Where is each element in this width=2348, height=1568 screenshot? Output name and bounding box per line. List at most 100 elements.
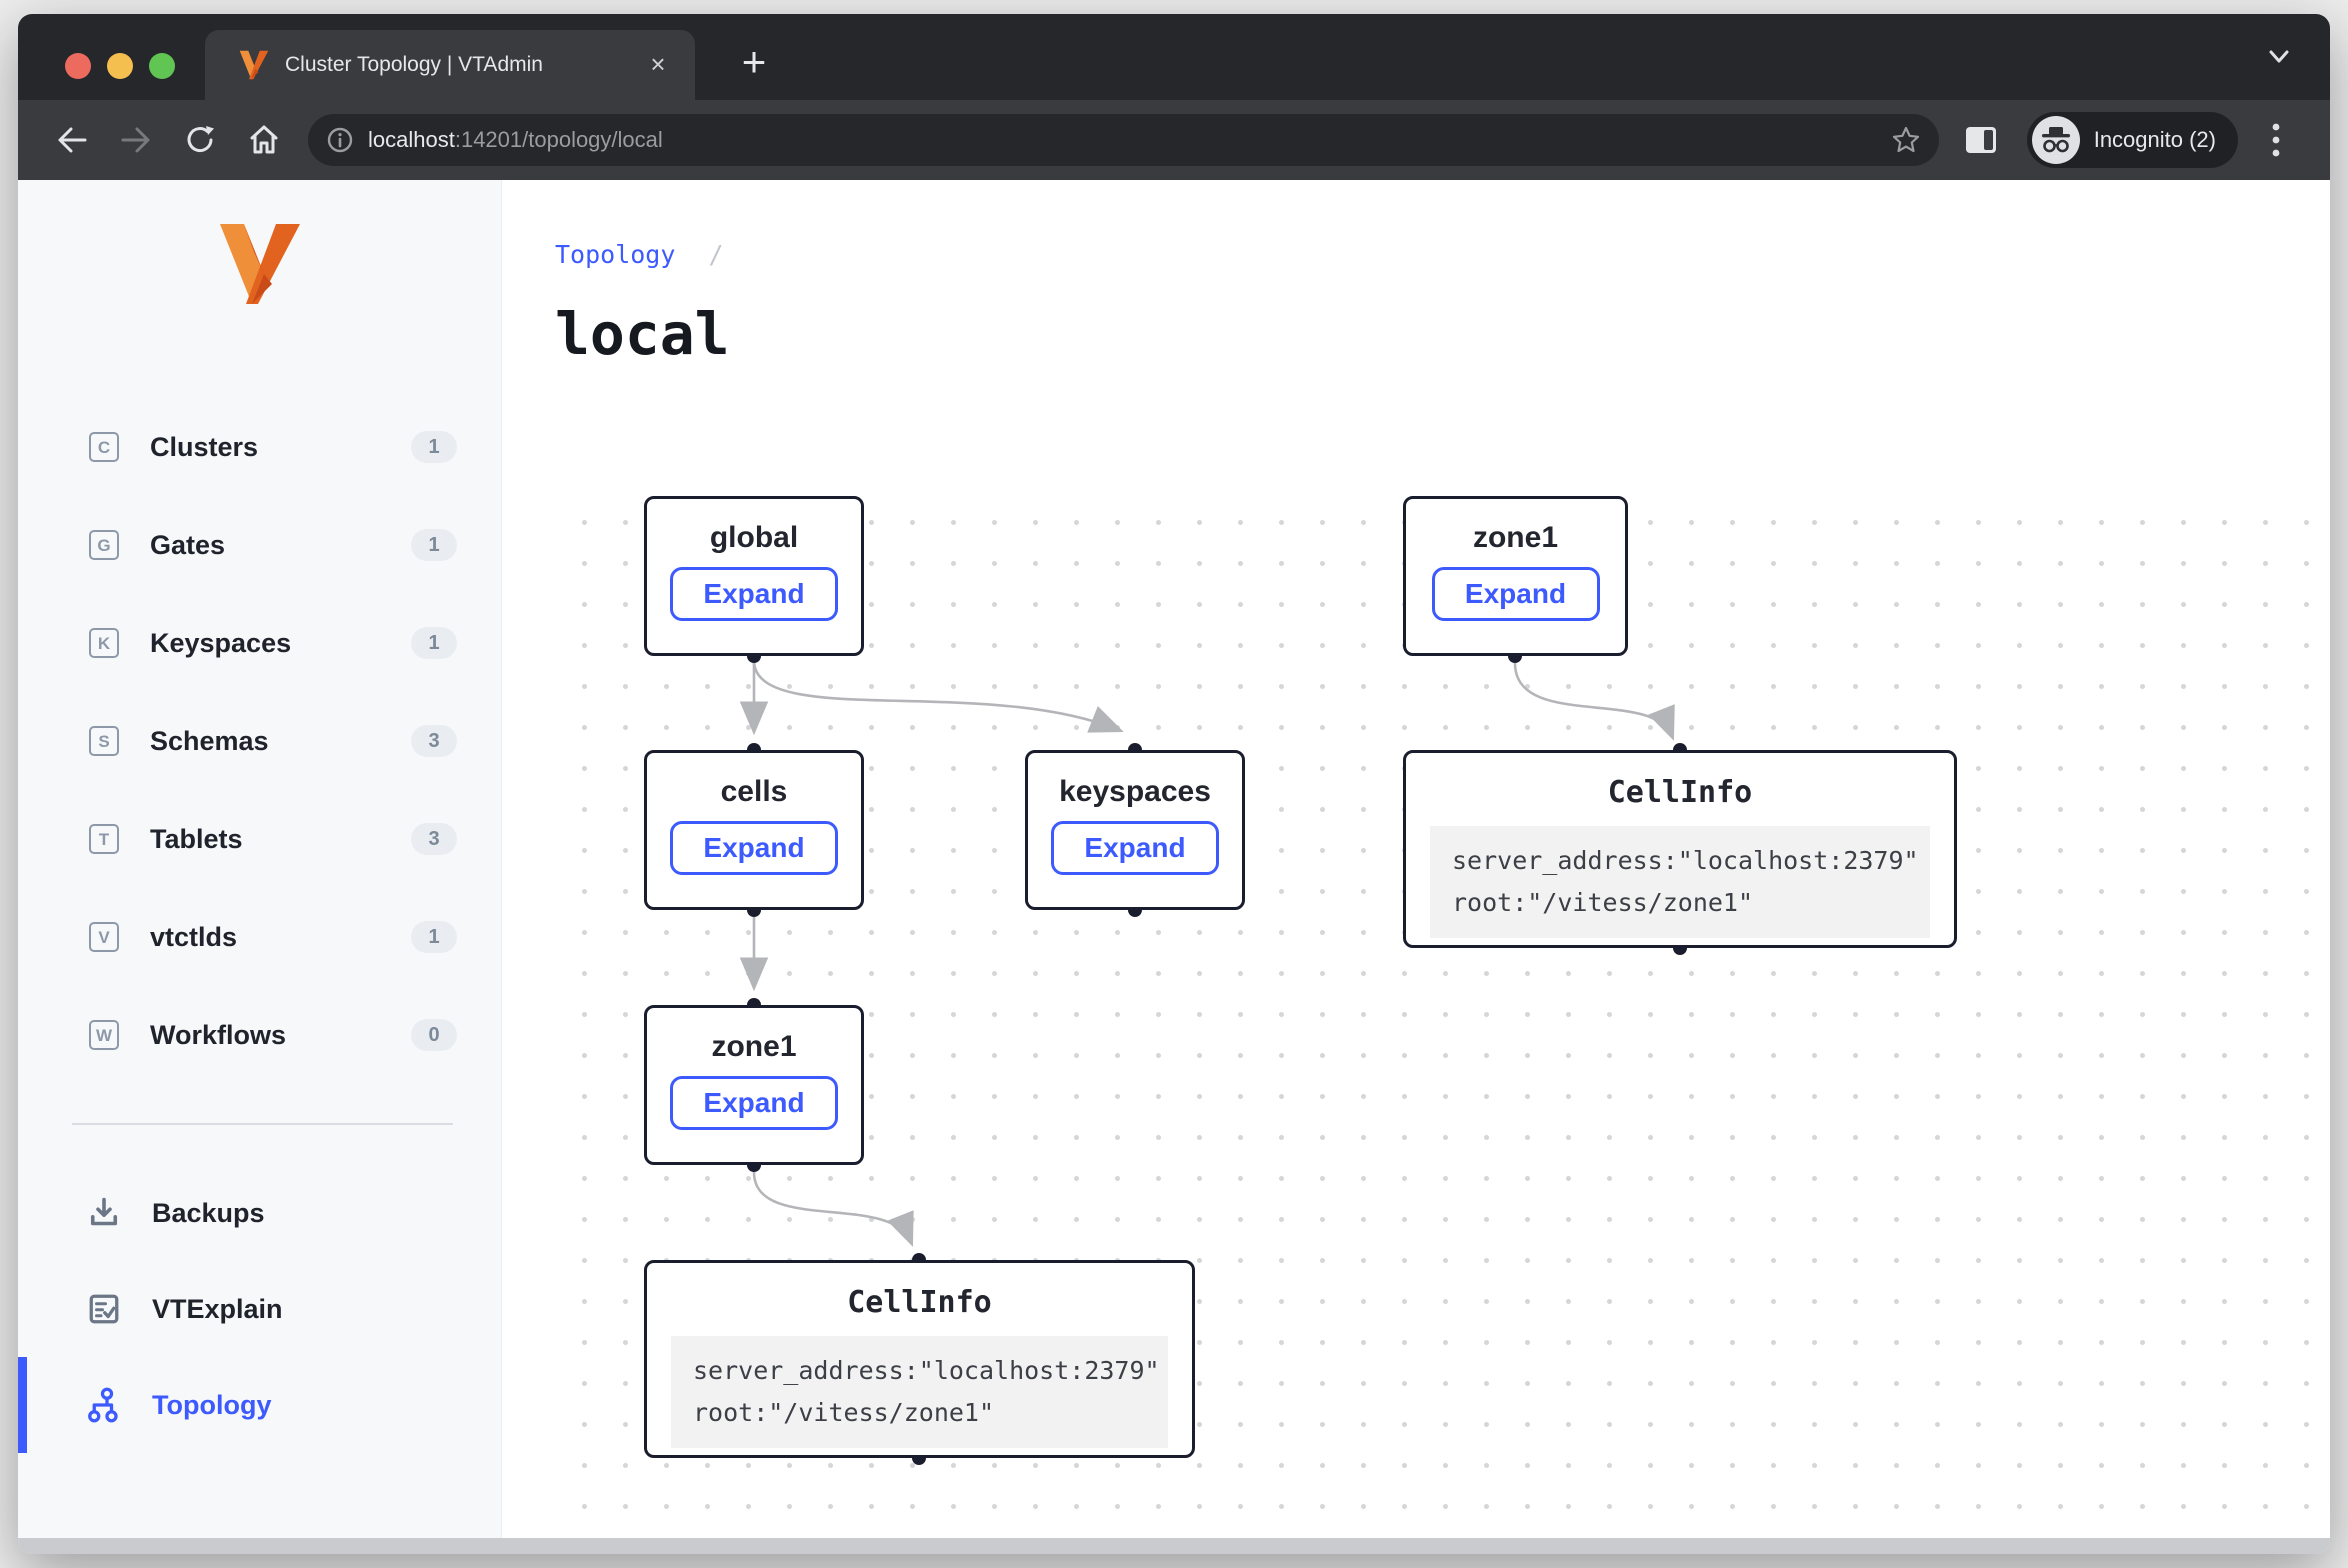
node-title: cells (647, 775, 861, 809)
sidebar-item-topology[interactable]: Topology (18, 1379, 501, 1431)
browser-window: Cluster Topology | VTAdmin × + localho (18, 14, 2330, 1554)
node-cellinfo-right[interactable]: CellInfo server_address:"localhost:2379"… (1403, 750, 1957, 948)
sidebar-divider (72, 1123, 453, 1125)
traffic-lights (65, 53, 175, 79)
url-text[interactable]: localhost:14201/topology/local (368, 127, 1891, 153)
incognito-profile-chip[interactable]: Incognito (2) (2027, 112, 2238, 168)
bookmark-star-icon[interactable] (1891, 125, 1921, 155)
sidebar: C Clusters 1 G Gates 1 K Keyspaces 1 S S… (18, 180, 502, 1538)
code-line: server_address:"localhost:2379" (693, 1356, 1160, 1385)
breadcrumb-topology-link[interactable]: Topology (555, 240, 675, 269)
sidebar-item-vtexplain[interactable]: VTExplain (18, 1283, 501, 1335)
clusters-letter-icon: C (89, 432, 119, 462)
url-host: localhost (368, 127, 455, 152)
close-tab-icon[interactable]: × (641, 48, 675, 82)
sidebar-tools: Backups VTExplain Topology (18, 1187, 501, 1431)
sidebar-item-label: Tablets (150, 824, 411, 855)
code-line: root:"/vitess/zone1" (1452, 888, 1753, 917)
expand-button-zone1-top[interactable]: Expand (1432, 567, 1600, 621)
sidebar-item-clusters[interactable]: C Clusters 1 (18, 421, 501, 473)
main-content: Topology / local (502, 180, 2330, 1538)
vtctlds-letter-icon: V (89, 922, 119, 952)
node-title: CellInfo (1406, 775, 1954, 810)
vitess-favicon-icon (239, 50, 269, 80)
sidebar-item-label: Workflows (150, 1020, 411, 1051)
browser-menu-button[interactable] (2248, 112, 2304, 168)
count-badge: 1 (411, 431, 457, 463)
node-title: zone1 (1406, 521, 1625, 555)
sidebar-item-workflows[interactable]: W Workflows 0 (18, 1009, 501, 1061)
node-zone1-bottom[interactable]: zone1 Expand (644, 1005, 864, 1165)
node-cellinfo-bottom[interactable]: CellInfo server_address:"localhost:2379"… (644, 1260, 1195, 1458)
incognito-label: Incognito (2) (2094, 127, 2216, 153)
download-icon (84, 1193, 124, 1233)
node-title: global (647, 521, 861, 555)
minimize-window-button[interactable] (107, 53, 133, 79)
sidebar-item-tablets[interactable]: T Tablets 3 (18, 813, 501, 865)
sidebar-item-vtctlds[interactable]: V vtctlds 1 (18, 911, 501, 963)
home-button[interactable] (236, 112, 292, 168)
edge-global-keyspaces (754, 663, 1119, 730)
sidebar-item-label: Backups (152, 1198, 265, 1229)
code-line: server_address:"localhost:2379" (1452, 846, 1919, 875)
sidebar-item-label: Keyspaces (150, 628, 411, 659)
incognito-avatar-icon (2032, 116, 2080, 164)
breadcrumb: Topology / (555, 240, 724, 269)
breadcrumb-separator: / (708, 240, 723, 269)
topology-icon (84, 1385, 124, 1425)
workflows-letter-icon: W (89, 1020, 119, 1050)
browser-tab[interactable]: Cluster Topology | VTAdmin × (205, 30, 695, 100)
tab-title: Cluster Topology | VTAdmin (285, 53, 641, 77)
back-button[interactable] (44, 112, 100, 168)
sidebar-item-label: Schemas (150, 726, 411, 757)
sidebar-item-label: Topology (152, 1390, 271, 1421)
site-info-icon[interactable] (326, 126, 354, 154)
tab-bar: Cluster Topology | VTAdmin × + (18, 14, 2330, 100)
document-check-icon (84, 1289, 124, 1329)
edge-zone1top-cellinfo (1515, 663, 1672, 736)
close-window-button[interactable] (65, 53, 91, 79)
expand-button-zone1-bottom[interactable]: Expand (670, 1076, 838, 1130)
sidebar-item-label: Gates (150, 530, 411, 561)
node-title: keyspaces (1028, 775, 1242, 809)
count-badge: 0 (411, 1019, 457, 1051)
edge-zone1-cellinfo (754, 1172, 911, 1242)
window-bottom-edge (18, 1538, 2330, 1554)
side-panel-button[interactable] (1953, 112, 2009, 168)
active-item-indicator (18, 1357, 27, 1453)
cellinfo-code: server_address:"localhost:2379" root:"/v… (1430, 826, 1930, 938)
sidebar-item-label: Clusters (150, 432, 411, 463)
gates-letter-icon: G (89, 530, 119, 560)
keyspaces-letter-icon: K (89, 628, 119, 658)
page-title: local (555, 300, 730, 368)
zoom-window-button[interactable] (149, 53, 175, 79)
reload-button[interactable] (172, 112, 228, 168)
schemas-letter-icon: S (89, 726, 119, 756)
count-badge: 1 (411, 627, 457, 659)
count-badge: 3 (411, 725, 457, 757)
sidebar-item-backups[interactable]: Backups (18, 1187, 501, 1239)
topology-canvas[interactable]: global Expand zone1 Expand cells Expand … (555, 490, 2315, 1538)
sidebar-item-gates[interactable]: G Gates 1 (18, 519, 501, 571)
forward-button[interactable] (108, 112, 164, 168)
address-bar[interactable]: localhost:14201/topology/local (308, 114, 1939, 166)
node-cells[interactable]: cells Expand (644, 750, 864, 910)
node-title: zone1 (647, 1030, 861, 1064)
new-tab-button[interactable]: + (724, 34, 784, 94)
node-global[interactable]: global Expand (644, 496, 864, 656)
sidebar-nav: C Clusters 1 G Gates 1 K Keyspaces 1 S S… (18, 421, 501, 1061)
count-badge: 1 (411, 529, 457, 561)
expand-button-keyspaces[interactable]: Expand (1051, 821, 1219, 875)
node-keyspaces[interactable]: keyspaces Expand (1025, 750, 1245, 910)
cellinfo-code: server_address:"localhost:2379" root:"/v… (671, 1336, 1168, 1448)
node-zone1-top[interactable]: zone1 Expand (1403, 496, 1628, 656)
sidebar-item-schemas[interactable]: S Schemas 3 (18, 715, 501, 767)
count-badge: 1 (411, 921, 457, 953)
expand-button-global[interactable]: Expand (670, 567, 838, 621)
code-line: root:"/vitess/zone1" (693, 1398, 994, 1427)
sidebar-item-label: vtctlds (150, 922, 411, 953)
expand-button-cells[interactable]: Expand (670, 821, 838, 875)
count-badge: 3 (411, 823, 457, 855)
sidebar-item-keyspaces[interactable]: K Keyspaces 1 (18, 617, 501, 669)
tab-search-chevron-icon[interactable] (2264, 44, 2294, 68)
